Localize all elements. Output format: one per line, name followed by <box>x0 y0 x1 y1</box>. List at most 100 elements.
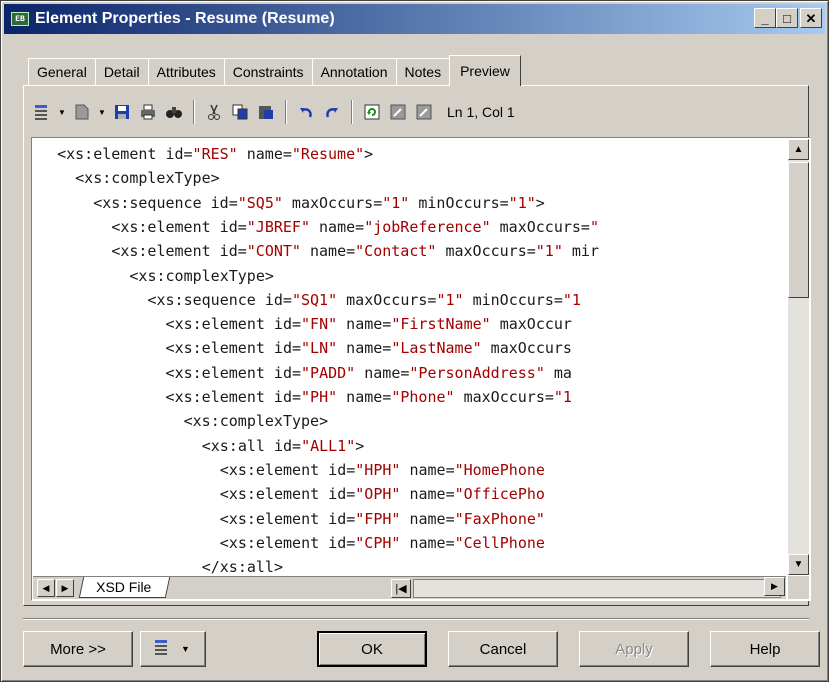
code-line: <xs:complexType> <box>129 267 274 285</box>
code-token: maxOccurs= <box>436 242 536 261</box>
copy-icon[interactable] <box>229 101 251 123</box>
scroll-right-button[interactable]: ▶ <box>764 577 785 596</box>
more-button[interactable]: More >> <box>23 631 133 667</box>
code-attr-value: "FN" <box>301 315 338 334</box>
code-attr-value: "OfficePho <box>454 485 545 504</box>
tab-general[interactable]: General <box>28 58 96 85</box>
code-attr-value: "JBREF" <box>246 217 310 236</box>
code-attr-value: "1 <box>562 290 581 309</box>
code-line: <xs:sequence id="SQ1" maxOccurs="1" minO… <box>147 291 581 309</box>
refresh-icon[interactable] <box>361 101 383 123</box>
tab-notes[interactable]: Notes <box>395 58 451 85</box>
tab-attributes[interactable]: Attributes <box>147 58 225 85</box>
code-token: > <box>364 145 374 163</box>
scroll-thumb[interactable] <box>788 162 809 298</box>
app-icon: EB <box>11 12 29 26</box>
align-icon[interactable] <box>31 101 53 123</box>
code-token: > <box>355 436 365 455</box>
chevron-down-icon: ▼ <box>181 644 190 654</box>
minimize-button[interactable]: _ <box>754 8 776 28</box>
code-line: <xs:element id="LN" name="LastName" maxO… <box>166 339 572 357</box>
ok-button-label: OK <box>361 640 383 658</box>
code-token: <xs:element id= <box>165 388 302 406</box>
code-token: mir <box>562 242 599 261</box>
code-attr-value: "jobReference" <box>364 217 491 236</box>
new-page-icon[interactable] <box>71 101 93 123</box>
close-editor-icon[interactable] <box>413 101 435 123</box>
code-attr-value: "CPH" <box>355 533 401 552</box>
scroll-split-handle[interactable]: |◀ <box>391 579 411 598</box>
cut-icon[interactable] <box>203 101 225 123</box>
code-token: name= <box>337 315 392 334</box>
code-token: <xs:sequence id= <box>147 290 292 309</box>
code-line: <xs:element id="PH" name="Phone" maxOccu… <box>166 388 572 406</box>
vertical-scrollbar[interactable]: ▲ ▼ <box>788 139 809 575</box>
code-token: name= <box>337 388 392 406</box>
code-line: </xs:all> <box>202 558 283 575</box>
element-properties-dialog: EB Element Properties - Resume (Resume) … <box>0 0 829 682</box>
code-attr-value: "Phone" <box>391 388 455 406</box>
code-attr-value: "RES" <box>192 145 238 163</box>
tab-preview[interactable]: Preview <box>449 55 521 86</box>
find-icon[interactable] <box>163 101 185 123</box>
code-attr-value: "SQ5" <box>237 193 283 212</box>
tab-label: General <box>37 64 87 80</box>
help-button[interactable]: Help <box>710 631 820 667</box>
code-token: <xs:element id= <box>165 315 302 334</box>
xsd-file-tab[interactable]: XSD File <box>78 577 171 598</box>
code-token: <xs:complexType> <box>129 266 274 285</box>
code-line: <xs:element id="JBREF" name="jobReferenc… <box>111 218 599 236</box>
toolbar-separator <box>351 100 353 124</box>
chevron-down-icon[interactable]: ▼ <box>57 108 67 117</box>
code-attr-value: "PH" <box>301 388 338 406</box>
code-token: name= <box>337 339 392 358</box>
code-line: <xs:element id="PADD" name="PersonAddres… <box>166 364 572 382</box>
paste-icon[interactable] <box>255 101 277 123</box>
maximize-button[interactable]: □ <box>776 8 798 28</box>
align-dropdown-button[interactable]: ▼ <box>140 631 206 667</box>
tab-label: Constraints <box>232 64 304 80</box>
xsd-preview-editor[interactable]: <xs:element id="RES" name="Resume"> <xs:c… <box>31 137 811 601</box>
code-token: <xs:element id= <box>57 145 193 163</box>
save-icon[interactable] <box>111 101 133 123</box>
tab-scroll-left-button[interactable]: ◀ <box>37 579 55 597</box>
open-editor-icon[interactable] <box>387 101 409 123</box>
arrow-up-icon: ▲ <box>793 144 804 155</box>
code-line: <xs:element id="RES" name="Resume"> <box>57 145 373 163</box>
code-token: name= <box>400 533 455 552</box>
code-attr-value: "CONT" <box>246 242 301 261</box>
print-icon[interactable] <box>137 101 159 123</box>
code-attr-value: "1" <box>382 193 410 212</box>
tab-scroll-right-button[interactable]: ▶ <box>56 579 74 597</box>
code-token: <xs:element id= <box>165 339 302 358</box>
code-attr-value: "LN" <box>301 339 338 358</box>
code-text-area[interactable]: <xs:element id="RES" name="Resume"> <xs:c… <box>33 139 786 575</box>
redo-icon[interactable] <box>321 101 343 123</box>
horizontal-scrollbar[interactable] <box>413 579 781 598</box>
code-token: maxOccurs <box>481 339 572 358</box>
arrow-right-icon: ▶ <box>61 582 69 593</box>
tab-constraints[interactable]: Constraints <box>223 58 313 85</box>
cancel-button-label: Cancel <box>479 640 527 658</box>
code-token: <xs:element id= <box>219 460 356 479</box>
code-attr-value: "OPH" <box>355 485 401 504</box>
code-attr-value: "SQ1" <box>291 290 338 309</box>
code-attr-value: "HomePhone <box>454 460 545 479</box>
arrow-down-icon: ▼ <box>793 559 804 570</box>
apply-button[interactable]: Apply <box>579 631 689 667</box>
code-attr-value: "1 <box>553 388 572 406</box>
tab-detail[interactable]: Detail <box>94 58 149 85</box>
title-bar[interactable]: EB Element Properties - Resume (Resume) … <box>4 4 825 34</box>
ok-button[interactable]: OK <box>317 631 427 667</box>
cancel-button[interactable]: Cancel <box>448 631 558 667</box>
tab-annotation[interactable]: Annotation <box>311 58 397 85</box>
close-button[interactable]: ✕ <box>800 8 822 28</box>
scroll-up-button[interactable]: ▲ <box>788 139 809 160</box>
code-token: <xs:element id= <box>219 509 356 528</box>
undo-icon[interactable] <box>295 101 317 123</box>
code-token: <xs:complexType> <box>75 169 220 188</box>
footer-divider <box>23 618 809 620</box>
tab-label: Notes <box>404 64 442 80</box>
chevron-down-icon[interactable]: ▼ <box>97 108 107 117</box>
scroll-down-button[interactable]: ▼ <box>788 554 809 575</box>
